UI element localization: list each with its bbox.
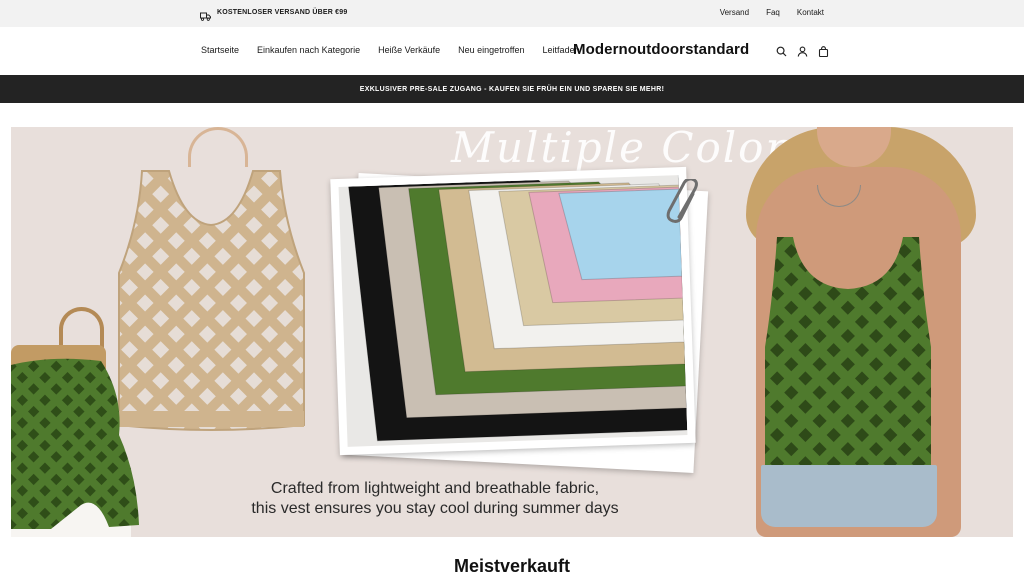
user-icon[interactable] bbox=[797, 44, 808, 57]
link-kontakt[interactable]: Kontakt bbox=[797, 8, 824, 17]
paperclip-icon bbox=[666, 179, 698, 223]
announcement-bar: EXKLUSIVER PRE-SALE ZUGANG - KAUFEN SIE … bbox=[0, 75, 1024, 103]
section-title-bestseller: Meistverkauft bbox=[453, 556, 571, 576]
color-variants-photo bbox=[330, 166, 696, 456]
main-nav: Startseite Einkaufen nach Kategorie Heiß… bbox=[201, 45, 580, 55]
nav-neu-eingetroffen[interactable]: Neu eingetroffen bbox=[458, 45, 524, 55]
hero-banner[interactable]: Multiple Colors Crafted from lightweight… bbox=[11, 127, 1013, 537]
nav-startseite[interactable]: Startseite bbox=[201, 45, 239, 55]
truck-icon bbox=[200, 8, 211, 21]
hero-caption: Crafted from lightweight and breathable … bbox=[11, 479, 859, 519]
announcement-text: EXKLUSIVER PRE-SALE ZUGANG - KAUFEN SIE … bbox=[359, 85, 665, 93]
hero-title: Multiple Colors bbox=[451, 127, 812, 172]
hero-caption-line-2: this vest ensures you stay cool during s… bbox=[251, 500, 619, 517]
nav-heisse-verkaeufe[interactable]: Heiße Verkäufe bbox=[378, 45, 440, 55]
header-icons bbox=[776, 44, 829, 58]
green-tank-worn-image bbox=[765, 237, 931, 467]
beige-tank-image bbox=[118, 170, 305, 431]
site-logo[interactable]: Modernoutdoorstandard bbox=[573, 41, 749, 58]
hanger-icon bbox=[188, 127, 248, 167]
utility-bar: KOSTENLOSER VERSAND ÜBER €99 Versand Faq… bbox=[0, 0, 1024, 27]
search-icon[interactable] bbox=[776, 44, 787, 57]
free-shipping-notice: KOSTENLOSER VERSAND ÜBER €99 bbox=[200, 8, 348, 21]
link-faq[interactable]: Faq bbox=[766, 8, 780, 17]
bag-icon[interactable] bbox=[818, 44, 829, 58]
site-header: Startseite Einkaufen nach Kategorie Heiß… bbox=[0, 27, 1024, 75]
link-versand[interactable]: Versand bbox=[720, 8, 749, 17]
utility-links: Versand Faq Kontakt bbox=[720, 8, 824, 17]
nav-kategorie[interactable]: Einkaufen nach Kategorie bbox=[257, 45, 360, 55]
shipping-text: KOSTENLOSER VERSAND ÜBER €99 bbox=[217, 9, 348, 16]
hero-caption-line-1: Crafted from lightweight and breathable … bbox=[270, 480, 600, 497]
color-swatches-image bbox=[348, 175, 688, 442]
